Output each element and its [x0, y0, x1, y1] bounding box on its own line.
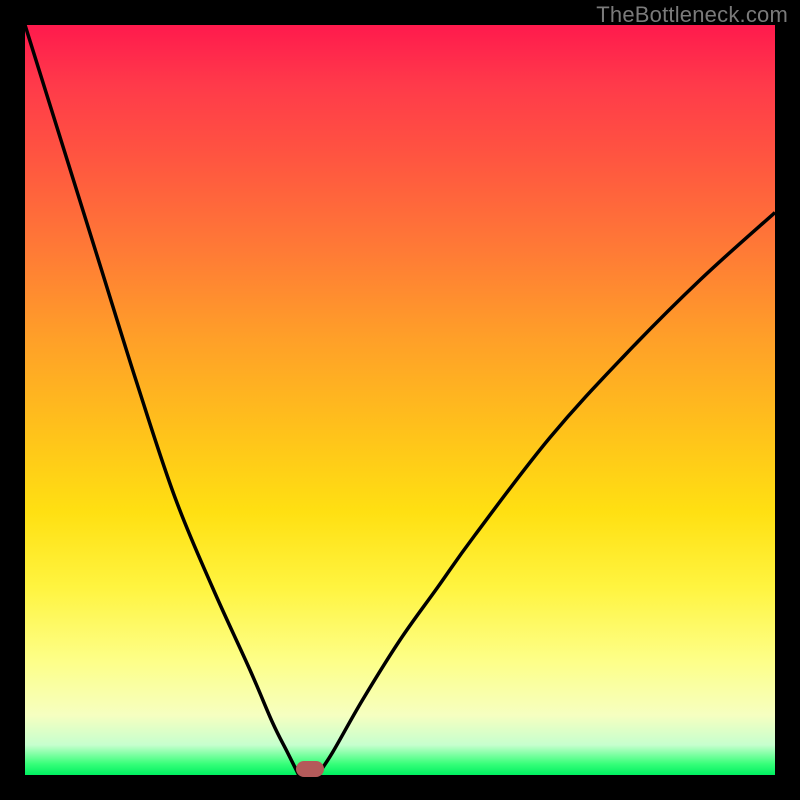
plot-area [25, 25, 775, 775]
bottleneck-curve [25, 25, 775, 775]
optimal-marker [296, 761, 324, 777]
right-curve [318, 213, 776, 776]
left-curve [25, 25, 299, 775]
chart-frame: TheBottleneck.com [0, 0, 800, 800]
